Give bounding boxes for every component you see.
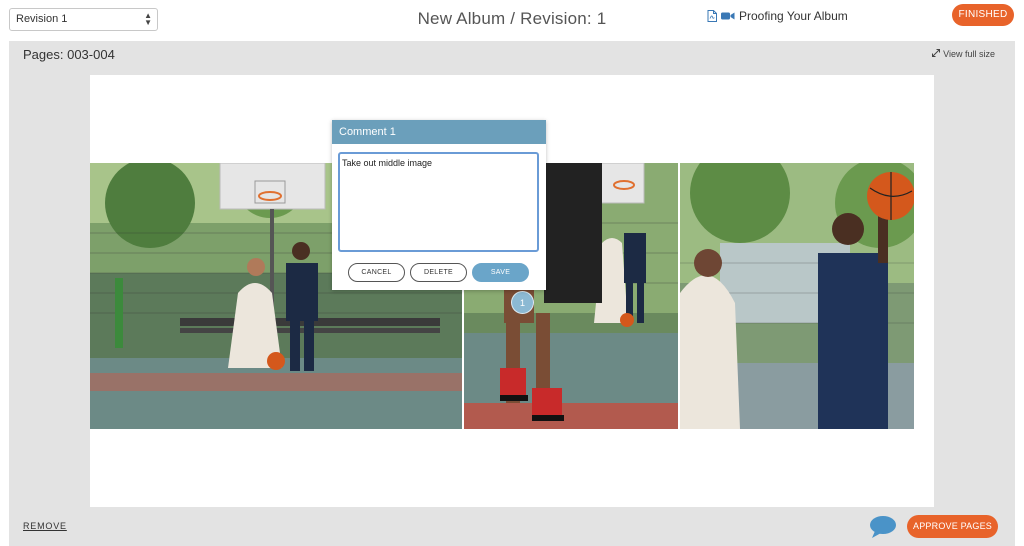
save-button[interactable]: SAVE <box>472 263 529 282</box>
cancel-button[interactable]: CANCEL <box>348 263 405 282</box>
proofing-label: Proofing Your Album <box>739 9 848 23</box>
album-spread[interactable]: 1 Comment 1 CANCEL DELETE SAVE <box>90 75 934 507</box>
proofing-link[interactable]: Proofing Your Album <box>707 9 848 23</box>
view-full-size-link[interactable]: View full size <box>932 49 995 59</box>
remove-link[interactable]: REMOVE <box>23 521 67 531</box>
expand-icon <box>932 49 941 59</box>
select-arrows-icon: ▲ ▼ <box>144 11 152 27</box>
delete-button[interactable]: DELETE <box>410 263 467 282</box>
revision-select[interactable]: Revision 1 ▲ ▼ <box>9 8 158 31</box>
finished-button[interactable]: FINISHED <box>952 4 1014 26</box>
view-full-size-label: View full size <box>943 49 995 59</box>
chat-bubble-icon[interactable] <box>869 515 897 544</box>
comment-marker[interactable]: 1 <box>511 291 534 314</box>
revision-select-value: Revision 1 <box>16 13 68 25</box>
comment-textarea[interactable] <box>338 152 539 252</box>
pages-label: Pages: 003-004 <box>23 47 115 62</box>
workspace: Pages: 003-004 View full size 1 Comment … <box>9 41 1015 546</box>
photo-right[interactable] <box>680 163 914 429</box>
comment-actions: CANCEL DELETE SAVE <box>348 263 529 282</box>
comment-popup: Comment 1 CANCEL DELETE SAVE <box>332 120 546 290</box>
video-camera-icon[interactable] <box>721 11 735 21</box>
pdf-icon[interactable] <box>707 10 717 22</box>
top-bar: Revision 1 ▲ ▼ New Album / Revision: 1 Pr… <box>0 0 1024 41</box>
comment-title: Comment 1 <box>332 120 546 144</box>
approve-pages-button[interactable]: APPROVE PAGES <box>907 515 998 538</box>
